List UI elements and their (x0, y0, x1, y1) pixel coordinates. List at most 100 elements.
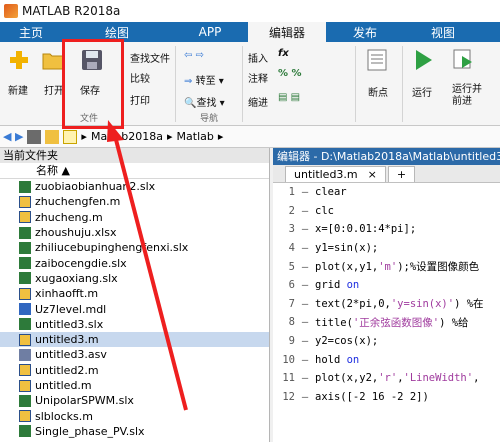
tab-apps[interactable]: APP (172, 22, 248, 42)
file-name: untitled3.asv (35, 348, 107, 362)
file-row[interactable]: Uz7level.mdl (0, 301, 269, 316)
code-line[interactable]: 1— clear (273, 183, 500, 202)
file-row[interactable]: zhucheng.m (0, 210, 269, 225)
file-name: Uz7level.mdl (35, 302, 107, 316)
breakpoint-marker[interactable]: — (295, 298, 315, 310)
file-name: Single_phase_PV.slx (35, 424, 145, 438)
find-label: 查找 (196, 98, 217, 109)
breakpoint-marker[interactable]: — (295, 223, 315, 235)
breakpoint-marker[interactable]: — (295, 279, 315, 291)
file-name: untitled.m (35, 379, 92, 392)
code-line[interactable]: 5— plot(x,y1,'m');%设置图像颜色 (273, 257, 500, 276)
file-row[interactable]: zuobiaobianhuan2.slx (0, 179, 269, 194)
breakpoint-marker[interactable]: — (295, 354, 315, 366)
editor-tab[interactable]: untitled3.m × (285, 166, 386, 182)
comment-button[interactable]: 注释 (248, 70, 268, 85)
file-row[interactable]: UnipolarSPWM.slx (0, 393, 269, 408)
line-number: 12 (282, 390, 295, 403)
code-line[interactable]: 3— x=[0:0.01:4*pi]; (273, 220, 500, 239)
code-line[interactable]: 2— clc (273, 202, 500, 221)
up-folder-icon[interactable] (27, 129, 42, 144)
find-button[interactable]: 🔍查找 ▾ (184, 94, 225, 109)
open-button[interactable]: 打开 (44, 82, 64, 97)
print-button[interactable]: 打印 (130, 92, 150, 107)
file-name: slblocks.m (35, 409, 93, 423)
breakpoint-marker[interactable]: — (295, 335, 315, 347)
breakpoint-marker[interactable]: — (295, 205, 315, 217)
path-segment-2[interactable]: Matlab (177, 130, 214, 143)
file-row[interactable]: Single_phase_PV.slx (0, 424, 269, 439)
code-line[interactable]: 7— text(2*pi,0,'y=sin(x)') %在 (273, 295, 500, 314)
tab-editor[interactable]: 编辑器 (248, 22, 326, 42)
xlsx-file-icon (19, 318, 31, 331)
m-file-icon (19, 195, 31, 208)
breakpoint-marker[interactable]: — (295, 261, 315, 273)
code-line[interactable]: 8— title('正余弦函数图像') %给 (273, 313, 500, 332)
breakpoint-marker[interactable]: — (295, 316, 315, 328)
breakpoint-marker[interactable]: — (295, 391, 315, 403)
indent-icon[interactable]: ▤ ▤ (278, 92, 300, 103)
root-folder-icon[interactable] (63, 129, 78, 144)
code-text: text(2*pi,0,'y=sin(x)') %在 (315, 298, 484, 311)
file-row[interactable]: untitled.m (0, 378, 269, 393)
code-line[interactable]: 6— grid on (273, 276, 500, 295)
indent-button[interactable]: 缩进 (248, 94, 268, 109)
window-title: MATLAB R2018a (22, 4, 121, 18)
tab-home[interactable]: 主页 (0, 22, 62, 42)
goto-button[interactable]: ⇒ 转至 ▾ (184, 72, 224, 87)
breakpoint-marker[interactable]: — (295, 186, 315, 198)
m-file-icon (19, 333, 31, 346)
compare-button[interactable]: 比较 (130, 70, 150, 85)
line-number: 7 (288, 297, 295, 310)
code-area[interactable]: 1— clear 2— clc 3— x=[0:0.01:4*pi]; 4— y1=sin(x… (273, 183, 500, 406)
file-row[interactable]: untitled3.slx (0, 317, 269, 332)
file-row[interactable]: xugaoxiang.slx (0, 271, 269, 286)
back-arrow-icon[interactable]: ◀ ▶ (3, 130, 23, 143)
title-bar: MATLAB R2018a (0, 0, 500, 22)
m-file-icon (19, 410, 31, 423)
breakpoints-button[interactable]: 断点 (368, 84, 388, 99)
add-tab-button[interactable]: + (387, 166, 416, 182)
code-line[interactable]: 9— y2=cos(x); (273, 332, 500, 351)
insert-button[interactable]: 插入 (248, 50, 268, 65)
path-segment-1[interactable]: Matlab2018a (91, 130, 163, 143)
breakpoint-marker[interactable]: — (295, 372, 315, 384)
browse-folder-icon[interactable] (45, 129, 60, 144)
new-button[interactable]: 新建 (8, 82, 28, 97)
run-button[interactable]: 运行 (412, 84, 432, 99)
file-row[interactable]: untitled2.m (0, 363, 269, 378)
tab-view[interactable]: 视图 (404, 22, 482, 42)
file-row[interactable]: zhoushuju.xlsx (0, 225, 269, 240)
file-name: zhuchengfen.m (35, 195, 121, 209)
fx-icon[interactable]: fx (278, 48, 289, 59)
new-icon (8, 50, 30, 70)
name-column-header[interactable]: 名称 ▲ (0, 163, 269, 179)
code-line[interactable]: 11— plot(x,y2,'r','LineWidth', (273, 369, 500, 388)
file-row[interactable]: zhiliucebupinghengfenxi.slx (0, 240, 269, 255)
run-advance-label-1: 运行并 (452, 84, 482, 95)
file-name: UnipolarSPWM.slx (35, 394, 134, 408)
file-row[interactable]: zhuchengfen.m (0, 194, 269, 209)
file-row[interactable]: slblocks.m (0, 408, 269, 423)
file-row[interactable]: zaibocengdie.slx (0, 255, 269, 270)
tab-publish[interactable]: 发布 (326, 22, 404, 42)
find-files-button[interactable]: 查找文件 (130, 50, 170, 65)
file-row[interactable]: xinhaofft.m (0, 286, 269, 301)
file-row[interactable]: untitled3.m (0, 331, 269, 348)
file-row[interactable]: untitled3.asv (0, 347, 269, 362)
save-highlight-box (62, 39, 124, 129)
ribbon-separator (355, 46, 356, 122)
run-advance-button[interactable]: 运行并 前进 (452, 84, 482, 108)
xlsx-file-icon (19, 180, 31, 193)
close-icon[interactable]: × (368, 168, 377, 181)
code-line[interactable]: 4— y1=sin(x); (273, 239, 500, 258)
line-number: 2 (288, 204, 295, 217)
code-line[interactable]: 12— axis([-2 16 -2 2]) (273, 388, 500, 407)
file-list: zuobiaobianhuan2.slx zhuchengfen.m zhuchen… (0, 179, 269, 439)
back-forward-icon[interactable]: ⇦ ⇨ (184, 50, 204, 61)
comment-percent-icon[interactable]: % % (278, 68, 302, 79)
goto-label: 转至 (195, 76, 216, 87)
breakpoint-marker[interactable]: — (295, 242, 315, 254)
code-line[interactable]: 10— hold on (273, 350, 500, 369)
line-number: 5 (288, 260, 295, 273)
